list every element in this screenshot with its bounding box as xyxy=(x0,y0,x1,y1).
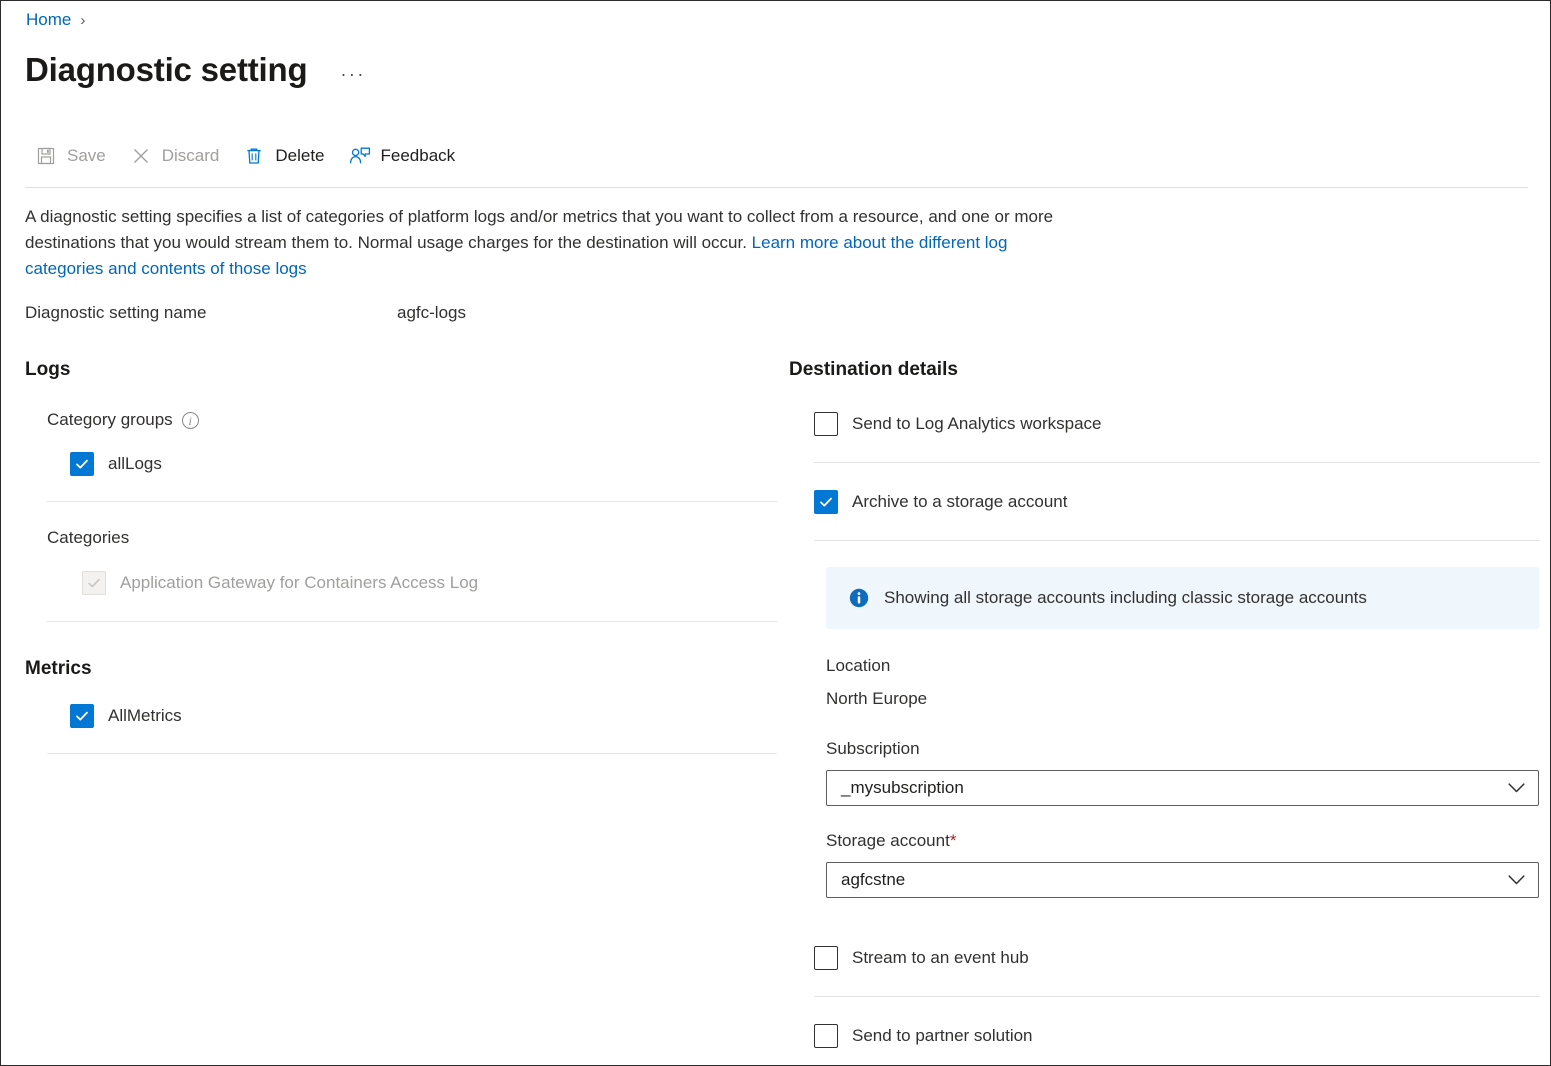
command-bar: Save Discard Delete Feedback xyxy=(25,141,469,171)
info-icon[interactable]: i xyxy=(181,411,199,429)
checkbox-label-agfc-access-log: Application Gateway for Containers Acces… xyxy=(120,573,479,592)
storage-account-label-row: Storage account* xyxy=(826,828,1540,854)
location-value: North Europe xyxy=(826,689,928,708)
storage-account-select[interactable]: agfcstne xyxy=(826,862,1539,898)
metrics-section-title: Metrics xyxy=(25,658,92,679)
feedback-button[interactable]: Feedback xyxy=(339,141,470,171)
save-button[interactable]: Save xyxy=(25,141,120,171)
checkbox-label-partner-solution: Send to partner solution xyxy=(852,1026,1033,1045)
checkbox-agfc-access-log xyxy=(82,571,106,595)
close-icon xyxy=(130,145,152,167)
feedback-person-icon xyxy=(349,145,371,167)
checkbox-allmetrics[interactable] xyxy=(70,704,94,728)
save-label: Save xyxy=(67,146,106,165)
checkbox-log-analytics[interactable] xyxy=(814,412,838,436)
checkbox-row-allmetrics[interactable]: AllMetrics xyxy=(70,704,777,728)
divider-archive-storage xyxy=(814,540,1540,541)
checkbox-partner-solution[interactable] xyxy=(814,1024,838,1048)
page-title: Diagnostic setting xyxy=(25,51,308,88)
checkbox-row-partner-solution[interactable]: Send to partner solution xyxy=(814,1024,1540,1048)
checkbox-label-alllogs: allLogs xyxy=(108,454,162,473)
required-asterisk: * xyxy=(949,831,957,850)
checkbox-label-event-hub: Stream to an event hub xyxy=(852,948,1029,967)
chevron-down-icon xyxy=(1508,783,1525,794)
logs-section-title: Logs xyxy=(25,359,71,380)
divider-category-groups xyxy=(47,501,777,502)
discard-label: Discard xyxy=(161,146,220,165)
categories-label: Categories xyxy=(47,528,130,547)
storage-account-label: Storage account xyxy=(826,831,950,850)
diagnostic-setting-name-row: Diagnostic setting name agfc-logs xyxy=(25,303,466,323)
page-description: A diagnostic setting specifies a list of… xyxy=(25,204,1085,282)
destination-details-title: Destination details xyxy=(789,359,958,380)
diagnostic-setting-name-label: Diagnostic setting name xyxy=(25,303,207,322)
logs-metrics-column: Logs Category groups i allLogs Categorie… xyxy=(25,357,777,754)
checkbox-row-agfc-access-log: Application Gateway for Containers Acces… xyxy=(82,571,777,595)
subscription-select[interactable]: _mysubscription xyxy=(826,770,1539,806)
divider-log-analytics xyxy=(814,462,1540,463)
breadcrumb: Home › xyxy=(26,10,85,30)
chevron-down-icon xyxy=(1508,875,1525,886)
destination-details-column: Destination details Send to Log Analytic… xyxy=(789,357,1540,1065)
category-groups-label-row: Category groups i xyxy=(47,410,777,430)
checkbox-event-hub[interactable] xyxy=(814,946,838,970)
info-filled-icon xyxy=(848,587,870,609)
checkbox-archive-storage[interactable] xyxy=(814,490,838,514)
save-icon xyxy=(35,145,57,167)
diagnostic-setting-name-value: agfc-logs xyxy=(397,303,466,322)
breadcrumb-item-home[interactable]: Home xyxy=(26,10,71,30)
title-row: Diagnostic setting ··· xyxy=(25,49,366,91)
subscription-label: Subscription xyxy=(826,739,920,758)
checkbox-row-log-analytics[interactable]: Send to Log Analytics workspace xyxy=(814,412,1540,436)
checkbox-row-alllogs[interactable]: allLogs xyxy=(70,452,777,476)
checkbox-label-archive-storage: Archive to a storage account xyxy=(852,492,1068,511)
divider-metrics xyxy=(47,753,777,754)
checkbox-alllogs[interactable] xyxy=(70,452,94,476)
delete-label: Delete xyxy=(275,146,325,165)
subscription-value: _mysubscription xyxy=(841,778,964,797)
more-options-icon[interactable]: ··· xyxy=(340,65,365,83)
categories-label-row: Categories xyxy=(47,528,777,548)
checkbox-label-allmetrics: AllMetrics xyxy=(108,706,182,725)
divider-categories xyxy=(47,621,777,622)
storage-account-value: agfcstne xyxy=(841,870,906,889)
delete-button[interactable]: Delete xyxy=(233,141,338,171)
info-banner-text: Showing all storage accounts including c… xyxy=(884,588,1367,607)
info-banner-storage-accounts: Showing all storage accounts including c… xyxy=(826,567,1539,629)
category-groups-label: Category groups xyxy=(47,410,173,429)
location-label: Location xyxy=(826,656,891,675)
checkbox-row-archive-storage[interactable]: Archive to a storage account xyxy=(814,490,1540,514)
divider-event-hub xyxy=(814,996,1540,997)
checkbox-label-log-analytics: Send to Log Analytics workspace xyxy=(852,414,1102,433)
trash-icon xyxy=(243,145,265,167)
discard-button[interactable]: Discard xyxy=(120,141,234,171)
checkbox-row-event-hub[interactable]: Stream to an event hub xyxy=(814,946,1540,970)
diagnostic-setting-page: Home › Diagnostic setting ··· Save Disca… xyxy=(0,0,1551,1066)
toolbar-divider xyxy=(25,187,1528,188)
feedback-label: Feedback xyxy=(380,146,456,165)
breadcrumb-separator-icon: › xyxy=(80,11,86,29)
